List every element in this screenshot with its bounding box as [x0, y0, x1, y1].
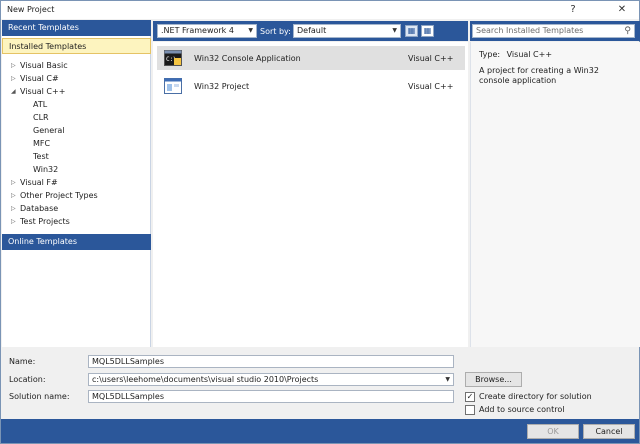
recent-templates-header[interactable]: Recent Templates [2, 20, 151, 36]
template-description: A project for creating a Win32 console a… [479, 66, 599, 85]
create-directory-checkbox[interactable]: ✓ [465, 392, 475, 402]
collapsed-arrow-icon[interactable]: ▷ [11, 60, 16, 72]
tree-item-label: Visual F# [20, 178, 58, 187]
win32-project-icon [164, 78, 182, 94]
collapsed-arrow-icon[interactable]: ▷ [11, 190, 16, 202]
template-type: Type: Visual C++ [479, 50, 552, 59]
chevron-down-icon: ▼ [392, 27, 397, 34]
location-field[interactable]: c:\users\leehome\documents\visual studio… [88, 373, 454, 386]
tree-item-label: Visual C# [20, 74, 59, 83]
create-directory-label: Create directory for solution [479, 392, 592, 401]
source-control-label: Add to source control [479, 405, 565, 414]
tree-item-label: Other Project Types [20, 191, 98, 200]
cancel-button[interactable]: Cancel [583, 424, 635, 439]
dialog-footer: OK Cancel [1, 419, 639, 443]
tree-item-label: Test [33, 152, 49, 161]
source-control-checkbox[interactable] [465, 405, 475, 415]
collapsed-arrow-icon[interactable]: ▷ [11, 73, 16, 85]
sort-select[interactable]: Default ▼ [293, 24, 401, 38]
search-bar: Search Installed Templates ⚲ [470, 21, 640, 41]
solution-name-field[interactable]: MQL5DLLSamples [88, 390, 454, 403]
list-toolbar: .NET Framework 4 ▼ Sort by: Default ▼ ▦ … [153, 21, 468, 41]
collapsed-arrow-icon[interactable]: ▷ [11, 177, 16, 189]
category-panel: Recent Templates Installed Templates ▷ Vi… [2, 20, 151, 347]
collapsed-arrow-icon[interactable]: ▷ [11, 216, 16, 228]
online-templates-header[interactable]: Online Templates [2, 234, 151, 250]
type-label: Type: [479, 50, 501, 59]
sort-label: Sort by: [260, 27, 291, 36]
search-input[interactable]: Search Installed Templates ⚲ [472, 24, 635, 38]
tree-item-label: Win32 [33, 165, 59, 174]
tree-item-label: ATL [33, 100, 48, 109]
close-icon[interactable]: ✕ [615, 3, 629, 16]
framework-select[interactable]: .NET Framework 4 ▼ [157, 24, 257, 38]
tree-item-label: MFC [33, 139, 51, 148]
location-label: Location: [9, 375, 46, 384]
collapsed-arrow-icon[interactable]: ▷ [11, 203, 16, 215]
location-value: c:\users\leehome\documents\visual studio… [92, 375, 319, 384]
template-list: C:\ Win32 Console Application Visual C++… [153, 42, 468, 347]
chevron-down-icon[interactable]: ▼ [445, 374, 450, 385]
template-language: Visual C++ [408, 54, 454, 63]
template-row-project[interactable]: Win32 Project Visual C++ [157, 74, 465, 98]
ok-button[interactable]: OK [527, 424, 579, 439]
medium-icons-view-icon[interactable]: ▦ [421, 25, 434, 37]
template-row-console[interactable]: C:\ Win32 Console Application Visual C++ [157, 46, 465, 70]
name-field[interactable]: MQL5DLLSamples [88, 355, 454, 368]
browse-button[interactable]: Browse... [465, 372, 522, 387]
expanded-arrow-icon[interactable]: ◢ [11, 86, 16, 98]
help-icon[interactable]: ? [566, 3, 580, 16]
small-icons-view-icon[interactable]: ▦ [405, 25, 418, 37]
tree-item-label: Test Projects [20, 217, 70, 226]
title-bar: New Project ? ✕ [1, 1, 639, 19]
search-icon[interactable]: ⚲ [624, 25, 631, 37]
type-value: Visual C++ [506, 50, 553, 59]
new-project-dialog: New Project ? ✕ Recent Templates Install… [0, 0, 640, 444]
console-app-icon: C:\ [164, 50, 182, 66]
template-language: Visual C++ [408, 82, 454, 91]
name-label: Name: [9, 357, 36, 366]
sort-value: Default [297, 26, 327, 35]
template-name: Win32 Console Application [194, 54, 301, 63]
solution-name-label: Solution name: [9, 392, 70, 401]
framework-value: .NET Framework 4 [161, 26, 234, 35]
window-title: New Project [7, 5, 55, 14]
template-name: Win32 Project [194, 82, 250, 91]
tree-item-label: Visual C++ [20, 87, 66, 96]
tree-item-label: Database [20, 204, 59, 213]
tree-item-label: CLR [33, 113, 49, 122]
search-placeholder: Search Installed Templates [476, 26, 584, 35]
chevron-down-icon: ▼ [248, 27, 253, 34]
tree-item-label: Visual Basic [20, 61, 68, 70]
description-panel: Type: Visual C++ A project for creating … [470, 42, 640, 347]
project-form: Name: MQL5DLLSamples Location: c:\users\… [1, 349, 639, 419]
tree-item-label: General [33, 126, 65, 135]
installed-templates-header[interactable]: Installed Templates [2, 38, 151, 54]
